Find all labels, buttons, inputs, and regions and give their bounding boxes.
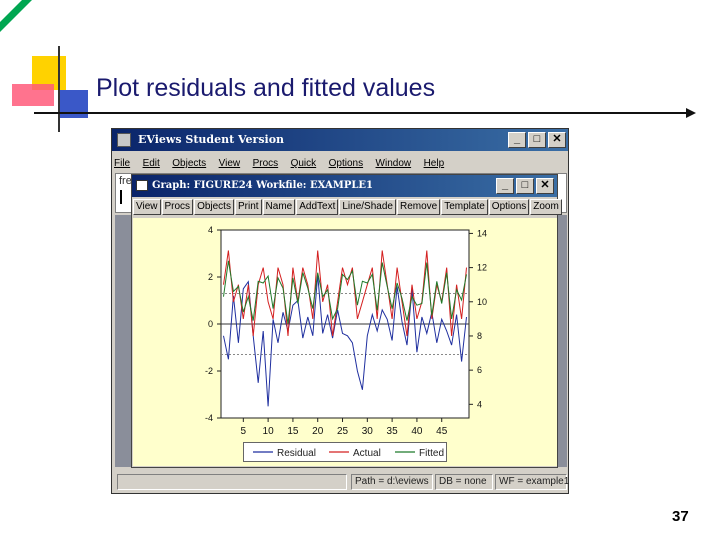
- minimize-button[interactable]: _: [508, 132, 526, 148]
- graph-icon: [136, 180, 148, 191]
- toolbar-template-button[interactable]: Template: [441, 199, 488, 215]
- graph-window: Graph: FIGURE24 Workfile: EXAMPLE1 _ □ ✕…: [131, 174, 562, 468]
- x-axis-tick-label: 45: [436, 426, 448, 437]
- graph-maximize-button[interactable]: □: [516, 178, 534, 194]
- toolbar-objects-button[interactable]: Objects: [194, 199, 234, 215]
- left-axis-tick-label: 0: [208, 319, 213, 329]
- app-icon: [117, 133, 131, 147]
- right-axis-tick-label: 14: [477, 228, 487, 238]
- maximize-button[interactable]: □: [528, 132, 546, 148]
- right-axis-tick-label: 12: [477, 263, 487, 273]
- status-path: Path = d:\eviews: [351, 474, 433, 490]
- legend-label-fitted: Fitted: [419, 448, 444, 459]
- main-window-title: EViews Student Version: [138, 133, 285, 146]
- graph-close-button[interactable]: ✕: [536, 178, 554, 194]
- toolbar-lineshade-button[interactable]: Line/Shade: [339, 199, 396, 215]
- status-message: [117, 474, 347, 490]
- x-axis-tick-label: 30: [362, 426, 374, 437]
- toolbar-print-button[interactable]: Print: [234, 199, 262, 215]
- menu-options[interactable]: Options: [329, 158, 363, 169]
- left-axis-tick-label: 2: [208, 272, 213, 282]
- menu-help[interactable]: Help: [424, 158, 445, 169]
- status-bar: Path = d:\eviews DB = none WF = example1: [115, 473, 569, 491]
- toolbar-view-button[interactable]: View: [133, 199, 161, 215]
- right-axis-tick-label: 4: [477, 399, 482, 409]
- right-axis-tick-label: 8: [477, 331, 482, 341]
- command-text: fre: [119, 175, 132, 187]
- red-square-decoration: [12, 84, 54, 106]
- title-underline-arrow: [34, 112, 694, 114]
- x-axis-tick-label: 5: [241, 426, 247, 437]
- toolbar-name-button[interactable]: Name: [262, 199, 296, 215]
- graph-window-titlebar[interactable]: Graph: FIGURE24 Workfile: EXAMPLE1 _ □ ✕: [132, 175, 557, 197]
- left-axis-tick-label: 4: [208, 225, 213, 235]
- x-axis-tick-label: 40: [411, 426, 423, 437]
- menu-edit[interactable]: Edit: [143, 158, 160, 169]
- toolbar-remove-button[interactable]: Remove: [396, 199, 441, 215]
- slide-page-number: 37: [672, 508, 689, 525]
- toolbar-procs-button[interactable]: Procs: [161, 199, 194, 215]
- x-axis-tick-label: 20: [312, 426, 324, 437]
- residual-chart: 420-2-41412108645 10 15 20 25 30 35 40 45Residua…: [205, 225, 487, 459]
- menu-file[interactable]: File: [114, 158, 130, 169]
- slide-title: Plot residuals and fitted values: [96, 74, 436, 102]
- graph-window-title: Graph: FIGURE24 Workfile: EXAMPLE1: [152, 180, 373, 191]
- status-workfile: WF = example1: [495, 474, 569, 490]
- text-cursor: [120, 190, 122, 204]
- menu-objects[interactable]: Objects: [172, 158, 206, 169]
- toolbar-addtext-button[interactable]: AddText: [296, 199, 339, 215]
- arrow-head-icon: [686, 108, 696, 118]
- menu-bar: File Edit Objects View Procs Quick Optio…: [114, 153, 452, 171]
- graph-toolbar: View Procs Objects Print Name AddText Li…: [133, 199, 562, 216]
- graph-minimize-button[interactable]: _: [496, 178, 514, 194]
- close-button[interactable]: ✕: [548, 132, 566, 148]
- x-axis-tick-label: 10: [263, 426, 275, 437]
- corner-triangle-inner: [0, 0, 22, 22]
- left-axis-tick-label: -2: [205, 366, 213, 376]
- right-axis-tick-label: 10: [477, 297, 487, 307]
- left-axis-tick-label: -4: [205, 413, 213, 423]
- menu-view[interactable]: View: [219, 158, 241, 169]
- menu-procs[interactable]: Procs: [253, 158, 279, 169]
- status-db: DB = none: [435, 474, 493, 490]
- graph-plot-panel: 4 2 0 -2 -4 14 12 10 8 6 4 5 10 15 20 25 30 35 40 45 Residua…: [133, 218, 557, 466]
- x-axis-tick-label: 35: [387, 426, 399, 437]
- legend-label-actual: Actual: [353, 448, 381, 459]
- toolbar-options-button[interactable]: Options: [488, 199, 530, 215]
- x-axis-tick-label: 15: [287, 426, 299, 437]
- right-axis-tick-label: 6: [477, 365, 482, 375]
- x-axis-tick-label: 25: [337, 426, 349, 437]
- toolbar-zoom-button[interactable]: Zoom: [530, 199, 562, 215]
- menu-window[interactable]: Window: [376, 158, 412, 169]
- vertical-rule: [58, 46, 60, 132]
- main-window-titlebar[interactable]: EViews Student Version _ □ ✕: [112, 129, 568, 151]
- menu-quick[interactable]: Quick: [291, 158, 317, 169]
- legend-label-residual: Residual: [277, 448, 316, 459]
